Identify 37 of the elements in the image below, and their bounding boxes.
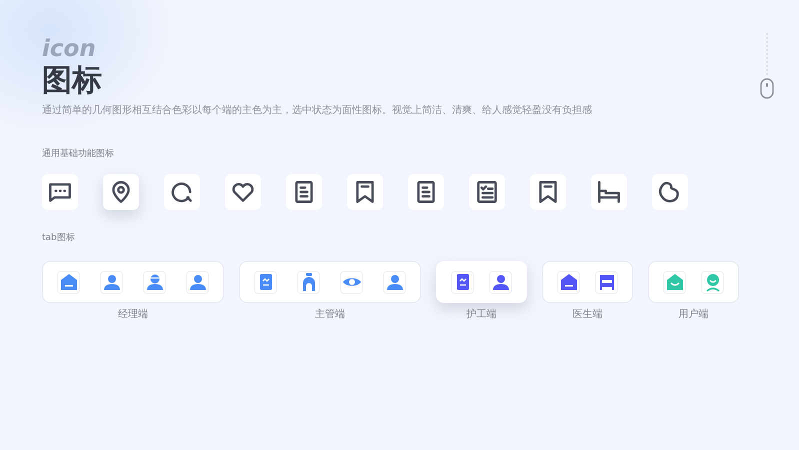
person-icon bbox=[383, 270, 406, 294]
smile-icon bbox=[701, 270, 724, 294]
group-label: 主管端 bbox=[315, 308, 345, 321]
person-icon bbox=[489, 270, 512, 294]
description: 通过简单的几何图形相互结合色彩以每个端的主色为主，选中状态为面性图标。视觉上简洁、清爽、给人感觉轻盈没有负担感 bbox=[42, 104, 592, 118]
group-label: 医生端 bbox=[572, 308, 602, 321]
section-label: 通用基础功能图标 bbox=[42, 148, 114, 160]
report-icon bbox=[451, 270, 474, 294]
person-icon bbox=[186, 270, 209, 294]
bookmark-icon[interactable] bbox=[347, 174, 383, 210]
section-label: tab图标 bbox=[42, 232, 75, 244]
bookmark-icon[interactable] bbox=[530, 174, 566, 210]
doc-icon[interactable] bbox=[286, 174, 322, 210]
search-icon[interactable] bbox=[164, 174, 200, 210]
page-title: 图标 bbox=[42, 62, 102, 100]
smile-home-icon bbox=[663, 270, 686, 294]
group-label: 经理端 bbox=[118, 308, 148, 321]
pin-icon[interactable] bbox=[103, 174, 139, 210]
worker-icon bbox=[143, 270, 166, 294]
home-icon bbox=[557, 270, 580, 294]
eye-icon bbox=[340, 270, 363, 294]
person-icon bbox=[100, 270, 123, 294]
icon-group-card[interactable] bbox=[42, 261, 224, 303]
chat-icon[interactable] bbox=[42, 174, 78, 210]
icon-group-card[interactable] bbox=[542, 261, 633, 303]
mouse-scroll-icon bbox=[759, 33, 775, 99]
group-label: 用户端 bbox=[678, 308, 708, 321]
bed-icon bbox=[595, 270, 618, 294]
group-label: 护工端 bbox=[466, 308, 496, 321]
bean-icon[interactable] bbox=[652, 174, 688, 210]
home-icon bbox=[57, 270, 80, 294]
icon-group-card[interactable] bbox=[239, 261, 421, 303]
watermark-word: icon bbox=[42, 36, 96, 62]
todo-list-icon[interactable] bbox=[469, 174, 505, 210]
bed-icon[interactable] bbox=[591, 174, 627, 210]
report-icon bbox=[254, 270, 277, 294]
doc-icon[interactable] bbox=[408, 174, 444, 210]
